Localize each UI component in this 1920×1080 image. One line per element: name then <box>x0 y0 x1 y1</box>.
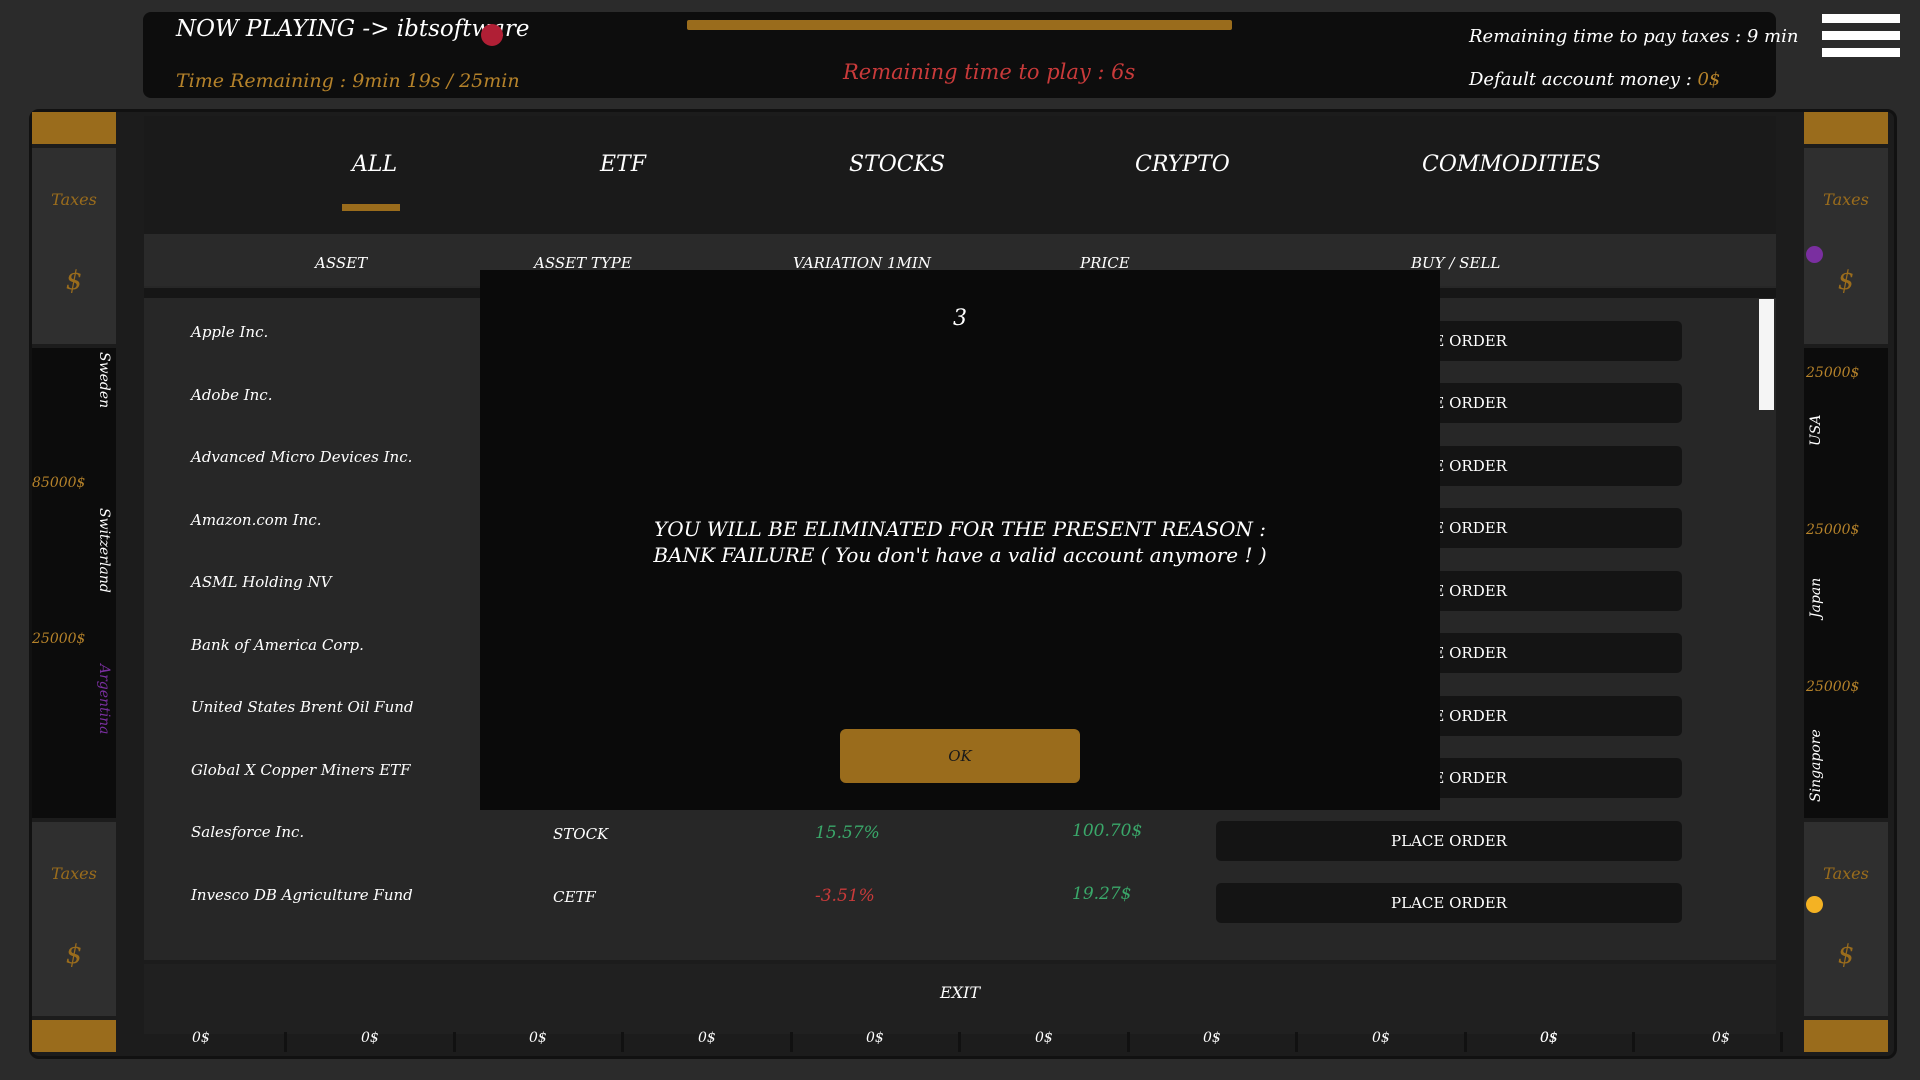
table-row-asset[interactable]: ASML Holding NV <box>191 573 332 591</box>
tab-stocks[interactable]: STOCKS <box>849 152 945 177</box>
default-money-label: Default account money : <box>1469 69 1698 90</box>
corner-tile-bottom-left <box>32 1020 116 1052</box>
table-row-asset[interactable]: United States Brent Oil Fund <box>191 698 414 716</box>
live-indicator-icon <box>481 24 503 46</box>
tab-etf[interactable]: ETF <box>600 152 646 177</box>
cell-divider <box>1464 1032 1467 1052</box>
cell-divider <box>284 1032 287 1052</box>
active-tab-underline <box>342 204 400 211</box>
tax-tile-bottom-right[interactable]: Taxes $ <box>1804 822 1888 1016</box>
top-status-bar: NOW PLAYING -> ibtsoftware Time Remainin… <box>143 12 1798 98</box>
price-argentina: 25000$ <box>32 631 86 647</box>
dollar-icon: $ <box>65 266 83 296</box>
dollar-icon: $ <box>65 940 83 970</box>
tab-commodities[interactable]: COMMODITIES <box>1422 152 1601 177</box>
default-account-money: Default account money : 0$ <box>1469 69 1720 90</box>
country-japan[interactable]: Japan <box>1808 578 1824 618</box>
table-row-asset[interactable]: Salesforce Inc. <box>191 823 304 841</box>
cell-divider <box>621 1032 624 1052</box>
message-line-1: YOU WILL BE ELIMINATED FOR THE PRESENT R… <box>653 517 1267 541</box>
bottom-cell-amount: 0$ <box>1203 1030 1221 1046</box>
asset-tabs: ALL ETF STOCKS CRYPTO COMMODITIES <box>144 116 1776 234</box>
price-switzerland: 85000$ <box>32 475 86 491</box>
table-scrollbar[interactable] <box>1759 299 1774 410</box>
table-row-asset[interactable]: Apple Inc. <box>191 323 268 341</box>
table-row-variation: 15.57% <box>815 823 880 843</box>
table-row-asset[interactable]: Invesco DB Agriculture Fund <box>191 886 413 904</box>
table-row-asset[interactable]: Global X Copper Miners ETF <box>191 761 411 779</box>
default-money-value: 0$ <box>1697 69 1721 90</box>
hamburger-icon[interactable] <box>1822 14 1900 70</box>
dollar-icon: $ <box>1837 940 1855 970</box>
country-argentina[interactable]: Argentina <box>96 664 112 735</box>
player-pawn-yellow-icon <box>1806 896 1823 913</box>
taxes-label: Taxes <box>51 190 97 209</box>
ok-button[interactable]: OK <box>840 729 1080 783</box>
cell-divider <box>1780 1032 1783 1052</box>
elimination-message: YOU WILL BE ELIMINATED FOR THE PRESENT R… <box>480 516 1440 568</box>
table-row-type: STOCK <box>553 825 609 843</box>
countdown-number: 3 <box>953 306 967 331</box>
table-row-price: 100.70$ <box>1072 821 1143 841</box>
price-usa: 25000$ <box>1806 365 1860 381</box>
tab-all[interactable]: ALL <box>352 152 397 177</box>
bottom-cell-amount: 0$ <box>1540 1030 1558 1046</box>
cell-divider <box>1632 1032 1635 1052</box>
price-japan: 25000$ <box>1806 522 1860 538</box>
corner-tile-top-right <box>1804 112 1888 144</box>
country-switzerland[interactable]: Switzerland <box>96 508 112 593</box>
bottom-cell-amount: 0$ <box>361 1030 379 1046</box>
dollar-icon: $ <box>1837 266 1855 296</box>
time-remaining-label: Time Remaining : 9min 19s / 25min <box>176 70 520 92</box>
bottom-cell-amount: 0$ <box>1712 1030 1730 1046</box>
tab-crypto[interactable]: CRYPTO <box>1135 152 1230 177</box>
place-order-button[interactable]: PLACE ORDER <box>1216 821 1682 861</box>
cell-divider <box>1295 1032 1298 1052</box>
elimination-modal: 3 YOU WILL BE ELIMINATED FOR THE PRESENT… <box>480 270 1440 810</box>
bottom-cell-amount: 0$ <box>698 1030 716 1046</box>
table-row-asset[interactable]: Amazon.com Inc. <box>191 511 322 529</box>
bottom-cell-amount: 0$ <box>866 1030 884 1046</box>
cell-divider <box>958 1032 961 1052</box>
country-sweden[interactable]: Sweden <box>96 352 112 408</box>
tax-tile-bottom-left[interactable]: Taxes $ <box>32 822 116 1016</box>
tax-time-label: Remaining time to pay taxes : 9 min <box>1469 26 1799 47</box>
table-row-asset[interactable]: Bank of America Corp. <box>191 636 364 654</box>
taxes-label: Taxes <box>1823 190 1869 209</box>
taxes-label: Taxes <box>51 864 97 883</box>
player-pawn-purple-icon <box>1806 246 1823 263</box>
remaining-play-time: Remaining time to play : 6s <box>843 60 1136 84</box>
table-row-price: 19.27$ <box>1072 884 1132 904</box>
corner-tile-bottom-right <box>1804 1020 1888 1052</box>
corner-tile-top-left <box>32 112 116 144</box>
tax-tile-top-left[interactable]: Taxes $ <box>32 148 116 344</box>
country-singapore[interactable]: Singapore <box>1808 729 1824 802</box>
table-row-type: CETF <box>553 888 596 906</box>
bottom-cell-amount: 0$ <box>1372 1030 1390 1046</box>
bottom-cell-amount: 0$ <box>1035 1030 1053 1046</box>
cell-divider <box>790 1032 793 1052</box>
table-row-asset[interactable]: Adobe Inc. <box>191 386 272 404</box>
table-row-asset[interactable]: Advanced Micro Devices Inc. <box>191 448 412 466</box>
country-usa[interactable]: USA <box>1808 415 1824 447</box>
cell-divider <box>1127 1032 1130 1052</box>
message-line-2: BANK FAILURE ( You don't have a valid ac… <box>653 543 1267 567</box>
now-playing-label: NOW PLAYING -> ibtsoftware <box>176 16 530 42</box>
taxes-label: Taxes <box>1823 864 1869 883</box>
bottom-cell-amount: 0$ <box>192 1030 210 1046</box>
exit-button[interactable]: EXIT <box>144 983 1776 1002</box>
bottom-cell-amount: 0$ <box>529 1030 547 1046</box>
play-time-progress-bar <box>687 20 1232 30</box>
cell-divider <box>453 1032 456 1052</box>
table-row-variation: -3.51% <box>815 886 875 906</box>
col-asset: ASSET <box>315 254 368 272</box>
place-order-button[interactable]: PLACE ORDER <box>1216 883 1682 923</box>
price-singapore: 25000$ <box>1806 679 1860 695</box>
